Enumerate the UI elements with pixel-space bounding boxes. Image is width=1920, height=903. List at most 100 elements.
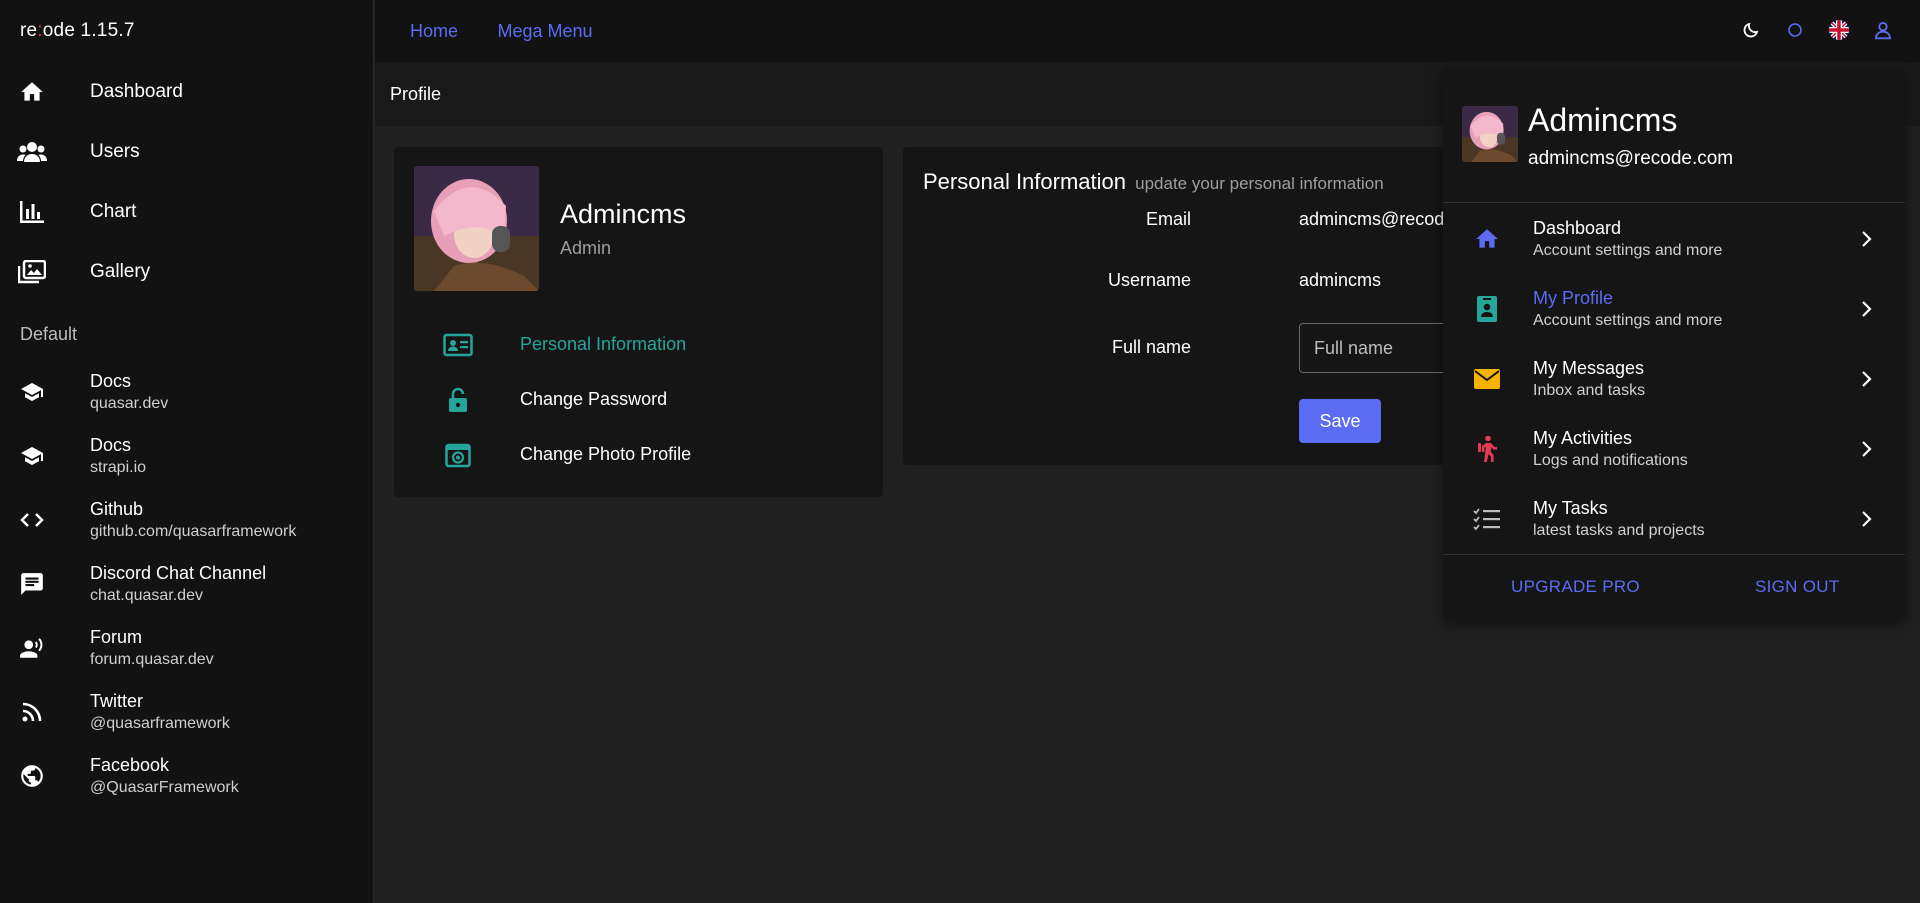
dropdown-item-title: My Profile (1533, 288, 1614, 308)
brand-suffix: ode 1.15.7 (42, 20, 135, 41)
link-subtitle: quasar.dev (90, 394, 169, 412)
top-icons (1740, 19, 1894, 41)
hiking-icon (1471, 433, 1503, 465)
camera-icon (442, 441, 474, 469)
link-title: Twitter (90, 690, 144, 711)
dropdown-item-title: Dashboard (1533, 218, 1622, 238)
dropdown-user-email: admincms@recode.com (1528, 148, 1734, 169)
dropdown-user-name: Admincms (1528, 102, 1678, 138)
top-bar: Home Mega Menu (375, 0, 1920, 62)
link-title: Docs (90, 370, 132, 391)
link-title: Github (90, 498, 144, 519)
chat-icon (17, 569, 47, 599)
sidebar-item-label: Gallery (90, 261, 151, 282)
dropdown-item-my-profile[interactable]: My Profile Account settings and more (1443, 274, 1905, 344)
gallery-icon (17, 257, 47, 287)
sidebar-link-facebook[interactable]: Facebook @QuasarFramework (0, 744, 373, 808)
id-card-icon (442, 331, 474, 359)
fullname-row: Full name (903, 323, 1463, 373)
link-subtitle: @QuasarFramework (90, 778, 239, 796)
dropdown-list: Dashboard Account settings and more My P… (1443, 204, 1905, 554)
email-value: admincms@recode.com (1299, 209, 1463, 229)
code-icon (17, 505, 47, 535)
link-subtitle: @quasarframework (90, 714, 230, 732)
dropdown-item-title: My Activities (1533, 428, 1633, 448)
chevron-right-icon (1857, 367, 1877, 391)
email-label: Email (1145, 209, 1191, 229)
sidebar-item-label: Users (90, 141, 140, 162)
sidebar-item-label: Chart (90, 201, 137, 222)
sidebar-item-gallery[interactable]: Gallery (0, 242, 373, 302)
profile-avatar (414, 166, 539, 291)
dropdown-item-my-activities[interactable]: My Activities Logs and notifications (1443, 414, 1905, 484)
dropdown-item-title: My Tasks (1533, 498, 1608, 518)
dark-mode-icon[interactable] (1740, 19, 1762, 41)
dropdown-item-subtitle: Account settings and more (1533, 312, 1723, 329)
link-title: Discord Chat Channel (90, 562, 267, 583)
dropdown-item-subtitle: Inbox and tasks (1533, 382, 1646, 399)
dropdown-avatar (1462, 106, 1518, 162)
sidebar-item-label: Dashboard (90, 81, 183, 102)
upgrade-pro-button[interactable]: UPGRADE PRO (1511, 577, 1640, 597)
brand-prefix: re (20, 20, 38, 41)
link-title: Docs (90, 434, 132, 455)
sidebar-link-discord[interactable]: Discord Chat Channel chat.quasar.dev (0, 552, 373, 616)
sign-out-button[interactable]: SIGN OUT (1755, 577, 1840, 597)
uk-flag-icon[interactable] (1828, 19, 1850, 41)
save-button[interactable]: Save (1299, 399, 1381, 443)
sidebar-link-docs-quasar[interactable]: Docs quasar.dev (0, 360, 373, 424)
public-icon (17, 761, 47, 791)
user-account-icon[interactable] (1872, 19, 1894, 41)
sidebar-item-users[interactable]: Users (0, 122, 373, 182)
dropdown-footer: UPGRADE PRO SIGN OUT (1443, 554, 1905, 620)
app-brand[interactable]: re:ode 1.15.7 (0, 0, 373, 62)
profile-menu: Personal Information Change Password Cha… (442, 317, 691, 482)
checklist-icon (1471, 503, 1503, 535)
profile-menu-change-photo[interactable]: Change Photo Profile (442, 427, 691, 482)
dropdown-item-subtitle: Logs and notifications (1533, 452, 1688, 469)
profile-card: Admincms Admin Personal Information Chan… (394, 147, 883, 497)
dropdown-item-my-messages[interactable]: My Messages Inbox and tasks (1443, 344, 1905, 414)
profile-menu-change-password[interactable]: Change Password (442, 372, 691, 427)
nav-mega-menu-link[interactable]: Mega Menu (497, 21, 592, 41)
sidebar: re:ode 1.15.7 Dashboard Users Chart Gall… (0, 0, 374, 903)
link-title: Forum (90, 626, 143, 647)
sidebar-section-label: Default (20, 324, 78, 344)
username-row: Username admincms (903, 260, 1463, 300)
link-subtitle: forum.quasar.dev (90, 650, 214, 668)
dropdown-item-title: My Messages (1533, 358, 1645, 378)
chevron-right-icon (1857, 437, 1877, 461)
sidebar-link-docs-strapi[interactable]: Docs strapi.io (0, 424, 373, 488)
info-title-text: Personal Information (923, 169, 1126, 194)
info-card-title: Personal Information update your persona… (923, 169, 1384, 195)
home-icon (1471, 223, 1503, 255)
chevron-right-icon (1857, 507, 1877, 531)
link-title: Facebook (90, 754, 170, 775)
profile-menu-personal-information[interactable]: Personal Information (442, 317, 691, 372)
link-subtitle: strapi.io (90, 458, 147, 476)
dropdown-header: Admincms admincms@recode.com (1443, 68, 1905, 203)
mail-icon (1471, 363, 1503, 395)
record-voice-icon (17, 633, 47, 663)
sidebar-item-dashboard[interactable]: Dashboard (0, 62, 373, 122)
fullname-input[interactable] (1299, 323, 1463, 373)
profile-name: Admincms (560, 199, 687, 229)
personal-info-card: Personal Information update your persona… (903, 147, 1463, 465)
sidebar-link-forum[interactable]: Forum forum.quasar.dev (0, 616, 373, 680)
username-label: Username (1107, 270, 1191, 290)
profile-role: Admin (560, 238, 612, 258)
sidebar-link-twitter[interactable]: Twitter @quasarframework (0, 680, 373, 744)
profile-menu-label: Personal Information (520, 334, 687, 354)
dropdown-item-my-tasks[interactable]: My Tasks latest tasks and projects (1443, 484, 1905, 554)
loading-circle-icon[interactable] (1784, 19, 1806, 41)
unlock-icon (442, 386, 474, 414)
profile-menu-label: Change Password (520, 389, 668, 409)
info-subtitle: update your personal information (1135, 174, 1384, 193)
school-icon (17, 377, 47, 407)
dropdown-item-dashboard[interactable]: Dashboard Account settings and more (1443, 204, 1905, 274)
sidebar-item-chart[interactable]: Chart (0, 182, 373, 242)
fullname-label: Full name (1111, 337, 1191, 357)
nav-home-link[interactable]: Home (410, 21, 458, 41)
sidebar-link-github[interactable]: Github github.com/quasarframework (0, 488, 373, 552)
email-row: Email admincms@recode.com (903, 199, 1463, 239)
